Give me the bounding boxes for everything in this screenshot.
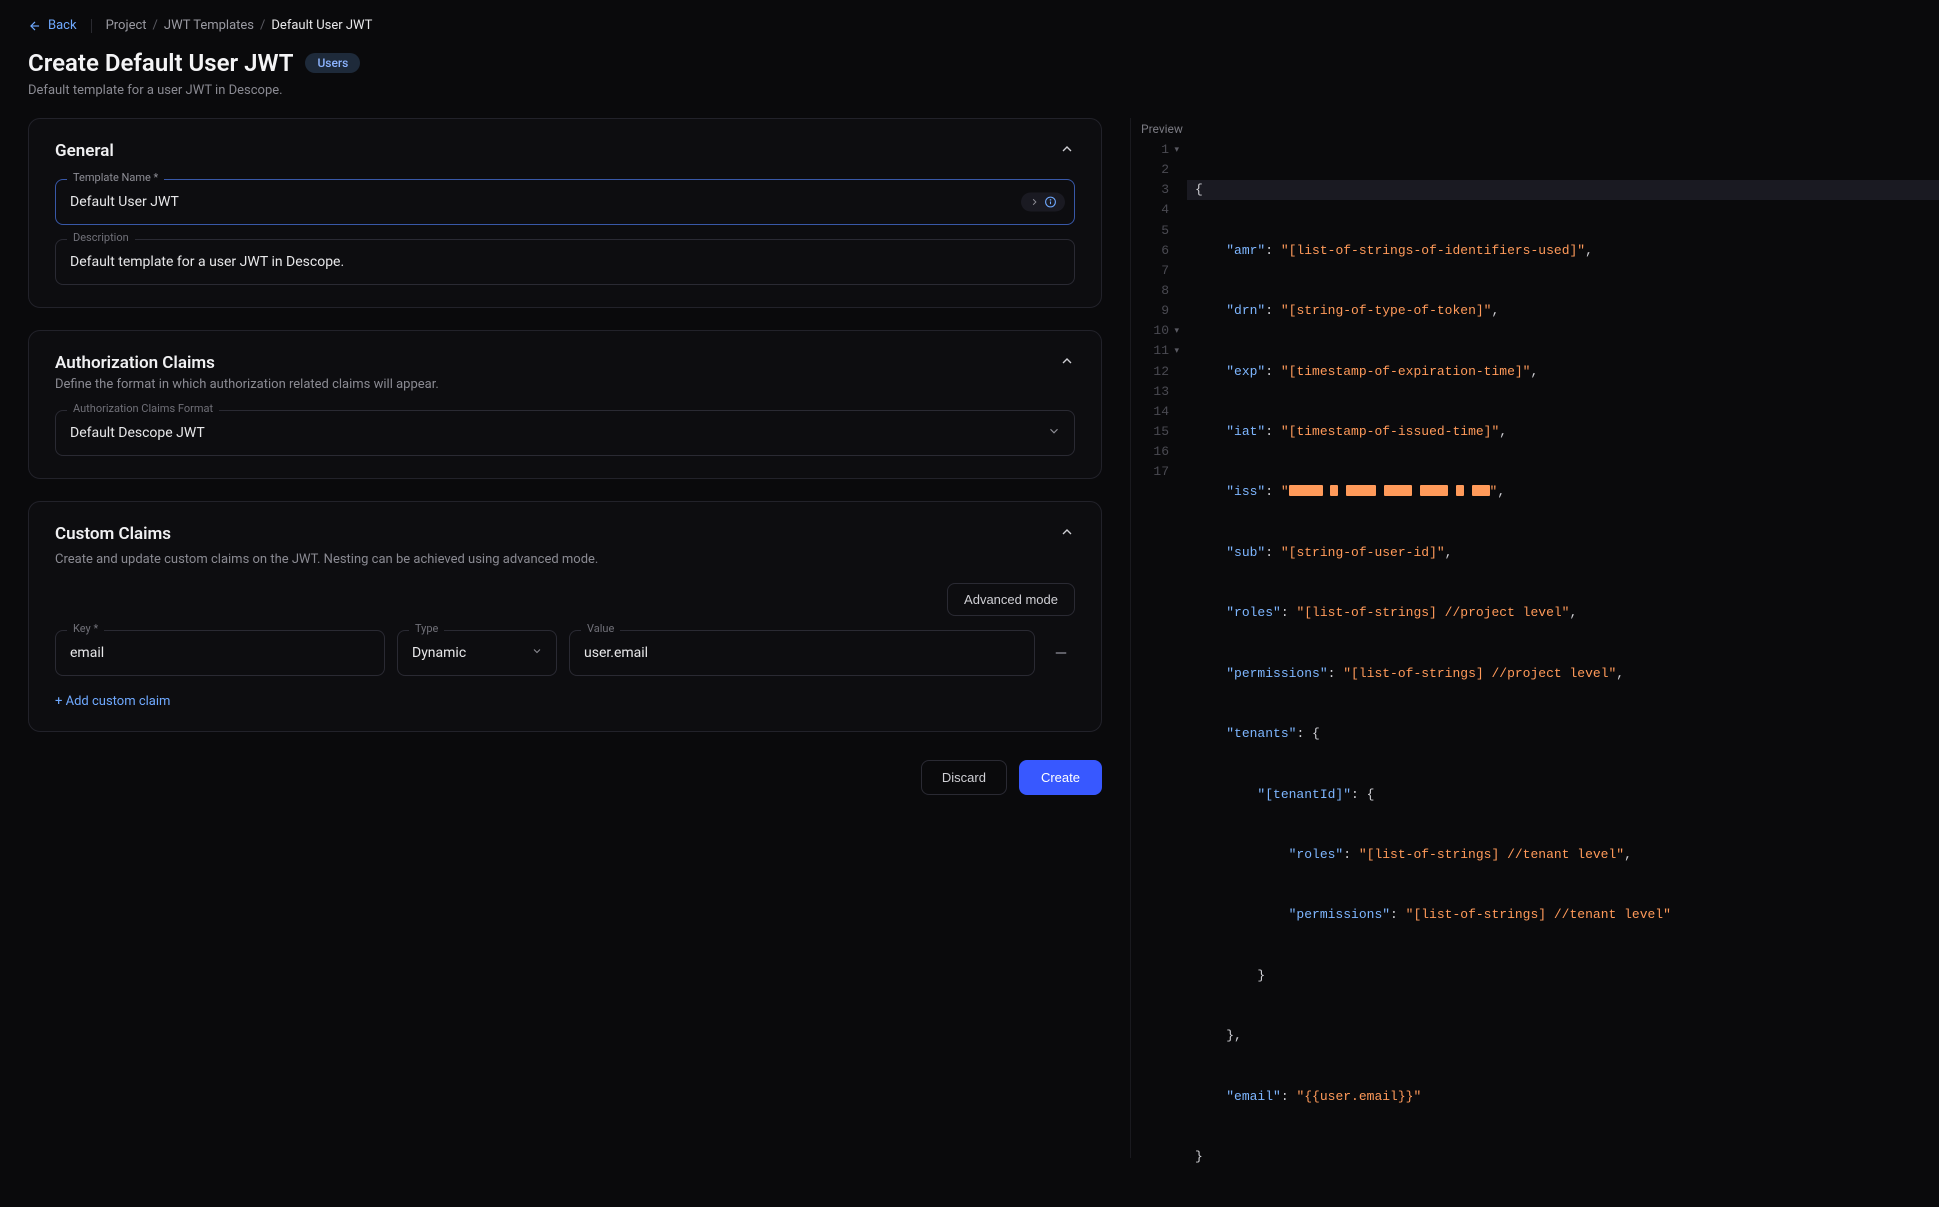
custom-header[interactable]: Custom Claims	[55, 524, 1075, 544]
chevron-up-icon	[1059, 524, 1075, 544]
authz-section: Authorization Claims Define the format i…	[28, 330, 1102, 479]
authz-format-value: Default Descope JWT	[70, 425, 205, 441]
chevron-up-icon	[1059, 141, 1075, 161]
code-area[interactable]: 1▾ 2 3 4 5 6 7 8 9 10▾ 11▾ 12 13 14 15 1…	[1131, 118, 1939, 1158]
topbar: Back Project / JWT Templates / Default U…	[0, 0, 1939, 43]
chevron-right-icon	[1029, 197, 1040, 208]
claim-key-label: Key *	[67, 622, 104, 635]
authz-format-select[interactable]: Default Descope JWT	[55, 410, 1075, 456]
description-label: Description	[67, 231, 135, 244]
remove-claim-button[interactable]	[1047, 644, 1075, 662]
line-gutter: 1▾ 2 3 4 5 6 7 8 9 10▾ 11▾ 12 13 14 15 1…	[1131, 140, 1177, 1158]
description-input[interactable]	[55, 239, 1075, 285]
breadcrumb-sep: /	[153, 18, 158, 33]
create-button[interactable]: Create	[1019, 760, 1102, 795]
code-lines: { "amr": "[list-of-strings-of-identifier…	[1187, 140, 1939, 1207]
page-subtitle: Default template for a user JWT in Desco…	[28, 83, 1911, 98]
form-actions: Discard Create	[28, 754, 1102, 795]
general-title: General	[55, 141, 114, 161]
page-header: Create Default User JWT Users Default te…	[0, 43, 1939, 118]
authz-subtitle: Define the format in which authorization…	[55, 377, 439, 392]
add-custom-claim-button[interactable]: + Add custom claim	[55, 694, 170, 709]
claim-key-input[interactable]	[55, 630, 385, 676]
claim-type-label: Type	[409, 622, 444, 635]
custom-title: Custom Claims	[55, 524, 171, 544]
fold-icon[interactable]: ▾	[1174, 345, 1179, 359]
breadcrumb: Project / JWT Templates / Default User J…	[106, 18, 373, 33]
back-link[interactable]: Back	[28, 18, 77, 33]
authz-header[interactable]: Authorization Claims Define the format i…	[55, 353, 1075, 392]
discard-button[interactable]: Discard	[921, 760, 1007, 795]
advanced-mode-button[interactable]: Advanced mode	[947, 583, 1075, 616]
breadcrumb-current: Default User JWT	[271, 18, 372, 33]
name-suffix-pill[interactable]	[1021, 193, 1065, 212]
minus-icon	[1052, 644, 1070, 662]
info-circle-icon	[1044, 196, 1057, 209]
general-section: General Template Name * Description	[28, 118, 1102, 308]
general-header[interactable]: General	[55, 141, 1075, 161]
arrow-left-icon	[28, 19, 42, 33]
claim-value-input[interactable]	[569, 630, 1035, 676]
authz-title: Authorization Claims	[55, 353, 439, 373]
claim-type-value: Dynamic	[412, 645, 466, 661]
claim-value-label: Value	[581, 622, 620, 635]
custom-section: Custom Claims Create and update custom c…	[28, 501, 1102, 732]
claim-type-select[interactable]: Dynamic	[397, 630, 557, 676]
template-name-input[interactable]	[55, 179, 1075, 225]
users-badge: Users	[305, 53, 360, 73]
claim-row: Key * Type Dynamic Value	[55, 630, 1075, 676]
divider	[91, 19, 92, 33]
authz-format-label: Authorization Claims Format	[67, 402, 219, 415]
template-name-label: Template Name *	[67, 171, 164, 184]
custom-subtitle: Create and update custom claims on the J…	[55, 552, 1075, 567]
breadcrumb-project[interactable]: Project	[106, 18, 147, 33]
preview-pane: Preview 1▾ 2 3 4 5 6 7 8 9 10▾ 11▾ 12 13…	[1130, 118, 1939, 1158]
page-title: Create Default User JWT	[28, 49, 293, 77]
fold-icon[interactable]: ▾	[1174, 325, 1179, 339]
chevron-up-icon	[1059, 353, 1075, 373]
breadcrumb-templates[interactable]: JWT Templates	[164, 18, 254, 33]
breadcrumb-sep: /	[260, 18, 265, 33]
back-label: Back	[48, 18, 77, 33]
fold-icon[interactable]: ▾	[1174, 144, 1179, 158]
